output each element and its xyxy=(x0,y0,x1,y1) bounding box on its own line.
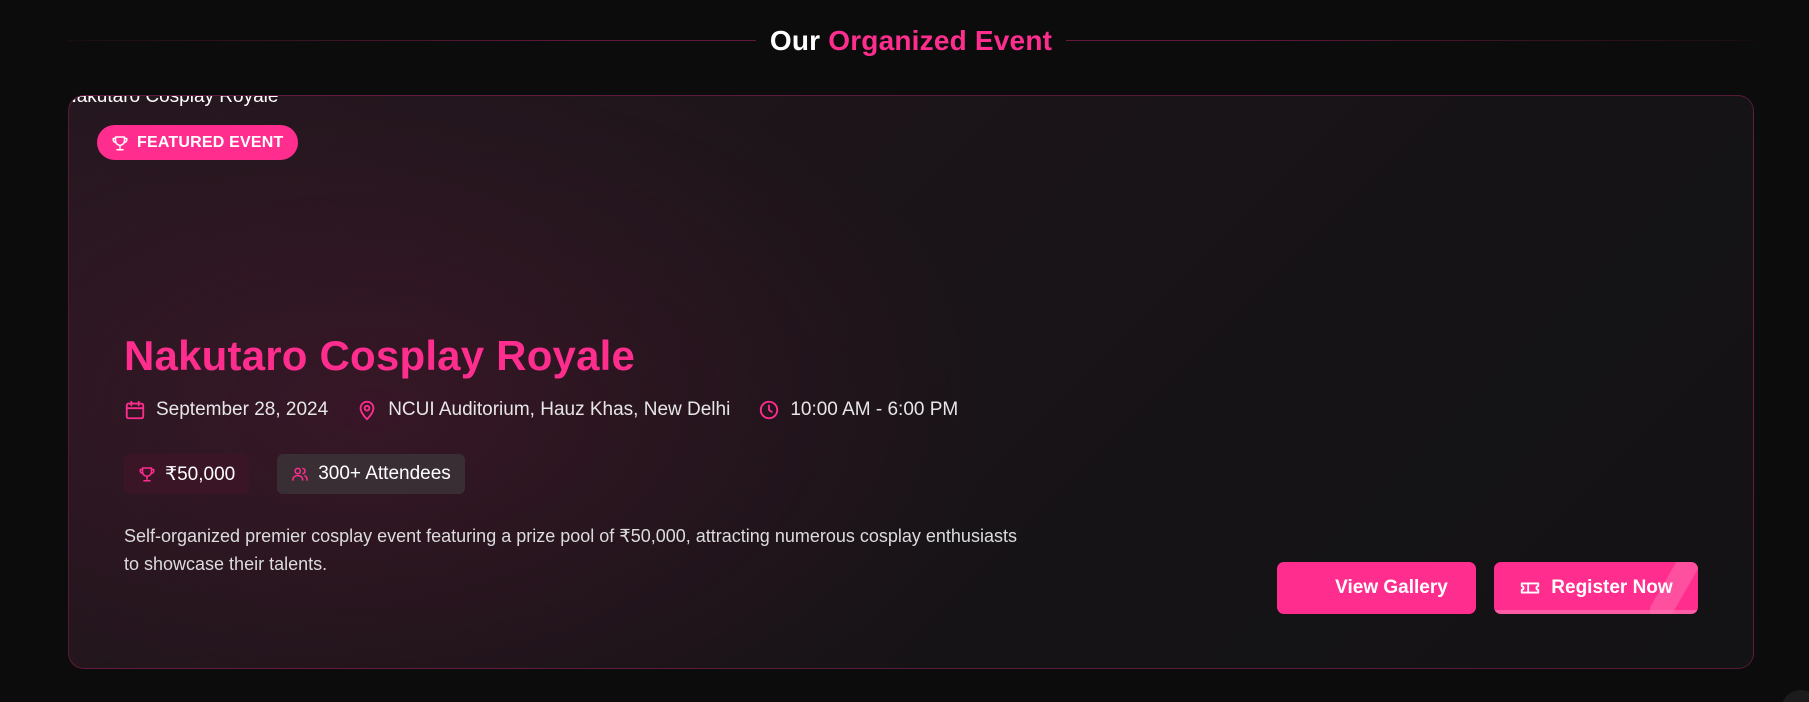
section-title: Our Organized Event xyxy=(755,25,1067,57)
event-image-alt-text: Nakutaro Cosplay Royale xyxy=(68,95,279,107)
featured-event-card: Nakutaro Cosplay Royale FEATURED EVENT N… xyxy=(68,95,1754,669)
calendar-icon xyxy=(125,400,145,420)
page: Our Organized Event Nakutaro Cosplay Roy… xyxy=(0,0,1809,702)
prize-pool-pill: ₹50,000 xyxy=(124,454,250,494)
attendees-pill: 300+ Attendees xyxy=(277,454,465,494)
register-now-label: Register Now xyxy=(1551,577,1673,598)
trophy-icon xyxy=(139,467,155,482)
event-date-text: September 28, 2024 xyxy=(156,399,329,420)
event-time-text: 10:00 AM - 6:00 PM xyxy=(790,399,959,420)
event-date: September 28, 2024 xyxy=(124,399,328,421)
event-meta: September 28, 2024 NCUI Auditorium, Hauz… xyxy=(124,399,958,421)
view-gallery-label: View Gallery xyxy=(1335,577,1448,598)
ticket-icon xyxy=(1521,582,1540,594)
event-title: Nakutaro Cosplay Royale xyxy=(124,332,636,379)
section-title-prefix: Our xyxy=(769,25,821,56)
event-location: NCUI Auditorium, Hauz Khas, New Delhi xyxy=(356,399,730,421)
map-pin-icon xyxy=(359,400,375,421)
register-now-button[interactable]: Register Now xyxy=(1494,562,1698,614)
scroll-to-top-button[interactable] xyxy=(1781,690,1809,702)
featured-event-badge: FEATURED EVENT xyxy=(97,125,298,160)
view-gallery-button[interactable]: View Gallery xyxy=(1277,562,1476,614)
attendees-text: 300+ Attendees xyxy=(318,463,451,484)
event-actions: View Gallery Register Now xyxy=(1277,562,1698,614)
event-location-text: NCUI Auditorium, Hauz Khas, New Delhi xyxy=(388,399,731,420)
event-stats: ₹50,000 300+ Attendees xyxy=(124,454,465,494)
trophy-icon xyxy=(112,135,128,150)
clock-icon xyxy=(760,400,779,420)
users-icon xyxy=(292,467,309,481)
event-description: Self-organized premier cosplay event fea… xyxy=(124,526,1017,574)
section-header: Our Organized Event xyxy=(68,22,1754,60)
event-time: 10:00 AM - 6:00 PM xyxy=(758,399,958,421)
badge-label: FEATURED EVENT xyxy=(137,133,284,151)
prize-pool-text: ₹50,000 xyxy=(165,463,236,485)
section-title-highlight: Organized Event xyxy=(828,25,1053,56)
